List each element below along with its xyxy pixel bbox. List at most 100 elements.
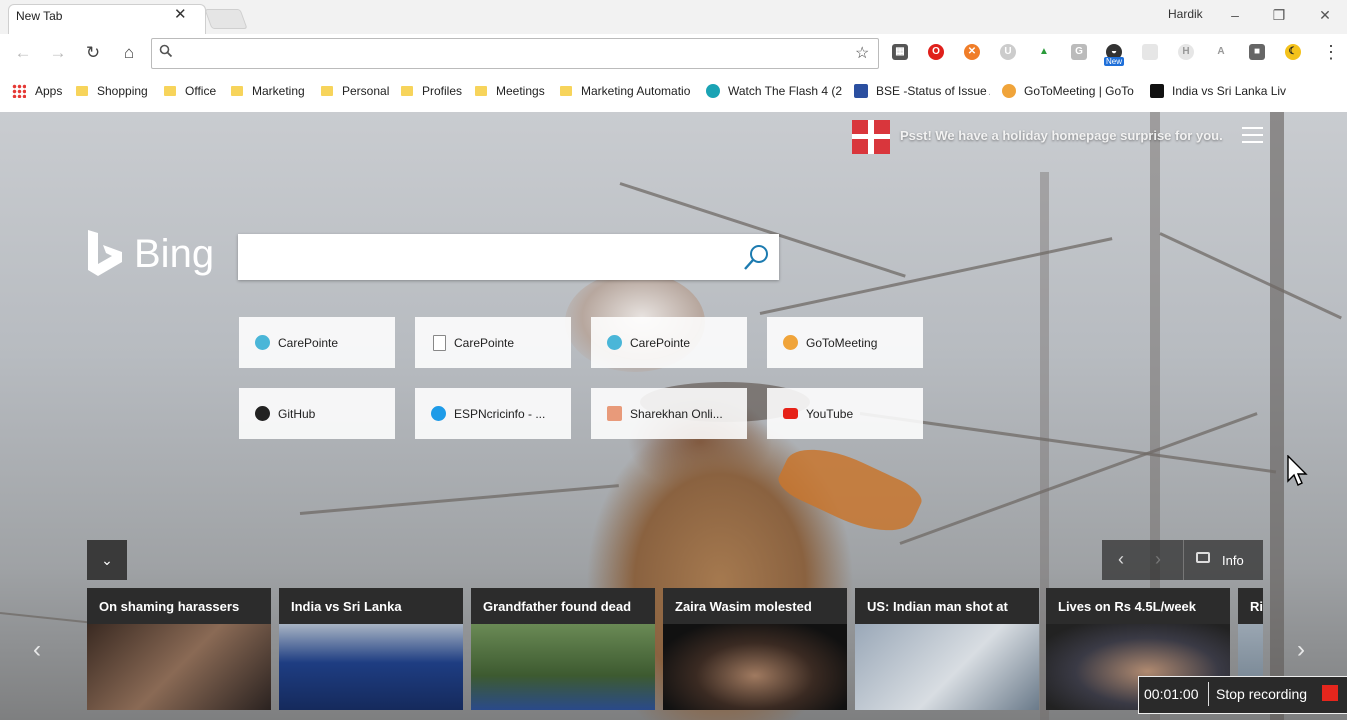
bookmark-folder-office[interactable]: Office <box>164 84 216 100</box>
opera-extension-icon[interactable]: O <box>928 44 944 60</box>
holiday-surprise-link[interactable]: Psst! We have a holiday homepage surpris… <box>900 128 1223 143</box>
tile-label: YouTube <box>806 407 854 421</box>
hamburger-menu-icon[interactable] <box>1242 127 1263 143</box>
bookmark-label: Marketing <box>252 84 305 98</box>
tab-close-icon[interactable]: ✕ <box>174 5 187 23</box>
tile-carepointe[interactable]: CarePointe <box>591 317 747 368</box>
bookmark-folder-marketing-automation[interactable]: Marketing Automatio <box>560 84 694 100</box>
recording-divider <box>1208 682 1209 706</box>
reload-icon[interactable]: ↻ <box>82 44 104 62</box>
news-card[interactable]: India vs Sri Lanka <box>279 588 463 710</box>
tile-sharekhan[interactable]: Sharekhan Onli... <box>591 388 747 439</box>
carepointe-icon <box>255 335 270 350</box>
search-icon[interactable] <box>741 243 771 273</box>
tile-label: Sharekhan Onli... <box>630 407 723 421</box>
blank-extension-icon[interactable] <box>1142 44 1158 60</box>
bing-logo-text: Bing <box>134 232 215 276</box>
expand-news-button[interactable]: ⌄ <box>87 540 127 580</box>
bookmark-folder-meetings[interactable]: Meetings <box>475 84 545 100</box>
chrome-menu-icon[interactable]: ⋮ <box>1322 42 1340 63</box>
folder-icon <box>76 86 88 96</box>
tile-label: GoToMeeting <box>806 336 878 350</box>
square-extension-icon[interactable]: ■ <box>1249 44 1265 60</box>
tile-gotomeeting[interactable]: GoToMeeting <box>767 317 923 368</box>
close-window-icon[interactable]: ✕ <box>1314 4 1336 26</box>
news-prev-icon[interactable]: ‹ <box>33 636 41 664</box>
tile-github[interactable]: GitHub <box>239 388 395 439</box>
folder-icon <box>231 86 243 96</box>
github-icon <box>255 406 270 421</box>
news-card[interactable]: US: Indian man shot at <box>855 588 1039 710</box>
news-image <box>471 624 655 710</box>
info-button[interactable]: Info <box>1222 553 1244 568</box>
bookmark-star-icon[interactable]: ☆ <box>855 43 869 63</box>
bookmark-label: Apps <box>35 84 63 98</box>
tile-label: CarePointe <box>278 336 339 350</box>
news-image <box>855 624 1039 710</box>
news-next-icon[interactable]: › <box>1297 636 1305 664</box>
news-title: Ri <box>1250 599 1263 614</box>
camera-icon <box>1196 552 1210 563</box>
news-image <box>87 624 271 710</box>
forward-icon[interactable]: → <box>47 44 69 62</box>
new-tab-button[interactable] <box>204 9 248 29</box>
bookmark-watch-the-flash[interactable]: Watch The Flash 4 (2( <box>706 84 842 100</box>
bookmark-label: Shopping <box>97 84 148 98</box>
play-icon <box>706 84 720 98</box>
circle-extension-icon[interactable]: H <box>1178 44 1194 60</box>
tile-espncricinfo[interactable]: ESPNcricinfo - ... <box>415 388 571 439</box>
a-extension-icon[interactable]: A <box>1213 44 1229 60</box>
folder-icon <box>321 86 333 96</box>
bookmark-label: Meetings <box>496 84 545 98</box>
bookmark-apps[interactable]: Apps <box>12 84 62 100</box>
stop-square-icon[interactable] <box>1322 685 1338 701</box>
news-card[interactable]: Zaira Wasim molested <box>663 588 847 710</box>
folder-icon <box>401 86 413 96</box>
moon-extension-icon[interactable]: ☾ <box>1285 44 1301 60</box>
cricket-site-icon <box>1150 84 1164 98</box>
bookmark-bse-status[interactable]: BSE -Status of Issue A <box>854 84 990 100</box>
news-title: On shaming harassers <box>99 599 240 614</box>
qr-extension-icon[interactable]: ▦ <box>892 44 908 60</box>
bookmark-folder-marketing[interactable]: Marketing <box>231 84 305 100</box>
extension-new-badge: New <box>1104 57 1125 66</box>
next-image-icon[interactable]: › <box>1155 549 1161 570</box>
maximize-icon[interactable]: ❐ <box>1268 4 1290 26</box>
chart-extension-icon[interactable]: ▲ <box>1036 44 1052 60</box>
orange-extension-icon[interactable]: ✕ <box>964 44 980 60</box>
bing-search-input[interactable] <box>238 234 779 280</box>
gotomeeting-icon <box>1002 84 1016 98</box>
bookmark-folder-shopping[interactable]: Shopping <box>76 84 148 100</box>
chevron-down-icon: ⌄ <box>101 552 113 568</box>
news-image <box>663 624 847 710</box>
address-bar[interactable] <box>151 38 879 69</box>
bookmark-folder-personal[interactable]: Personal <box>321 84 389 100</box>
news-title: Grandfather found dead <box>483 599 632 614</box>
bing-logo-icon <box>88 230 122 276</box>
apps-grid-icon <box>12 84 26 98</box>
bookmark-folder-profiles[interactable]: Profiles <box>401 84 462 100</box>
profile-name[interactable]: Hardik <box>1168 7 1203 21</box>
youtube-icon <box>783 408 798 419</box>
news-card[interactable]: Grandfather found dead <box>471 588 655 710</box>
news-card[interactable]: On shaming harassers <box>87 588 271 710</box>
news-title: India vs Sri Lanka <box>291 599 402 614</box>
news-image <box>279 624 463 710</box>
espn-icon <box>431 406 446 421</box>
bookmark-india-vs-sri-lanka[interactable]: India vs Sri Lanka Live <box>1150 84 1286 100</box>
grey-extension-icon[interactable]: U <box>1000 44 1016 60</box>
previous-image-icon[interactable]: ‹ <box>1118 549 1124 570</box>
tile-label: CarePointe <box>630 336 691 350</box>
g-extension-icon[interactable]: G <box>1071 44 1087 60</box>
tile-label: GitHub <box>278 407 316 421</box>
minimize-icon[interactable]: – <box>1224 4 1246 26</box>
home-icon[interactable]: ⌂ <box>118 44 140 62</box>
stop-recording-button[interactable]: Stop recording <box>1216 686 1307 702</box>
tile-carepointe[interactable]: CarePointe <box>239 317 395 368</box>
folder-icon <box>560 86 572 96</box>
gift-icon[interactable] <box>852 120 890 154</box>
tile-youtube[interactable]: YouTube <box>767 388 923 439</box>
bookmark-gotomeeting[interactable]: GoToMeeting | GoTo <box>1002 84 1136 100</box>
tile-carepointe[interactable]: CarePointe <box>415 317 571 368</box>
back-icon[interactable]: ← <box>12 44 34 62</box>
